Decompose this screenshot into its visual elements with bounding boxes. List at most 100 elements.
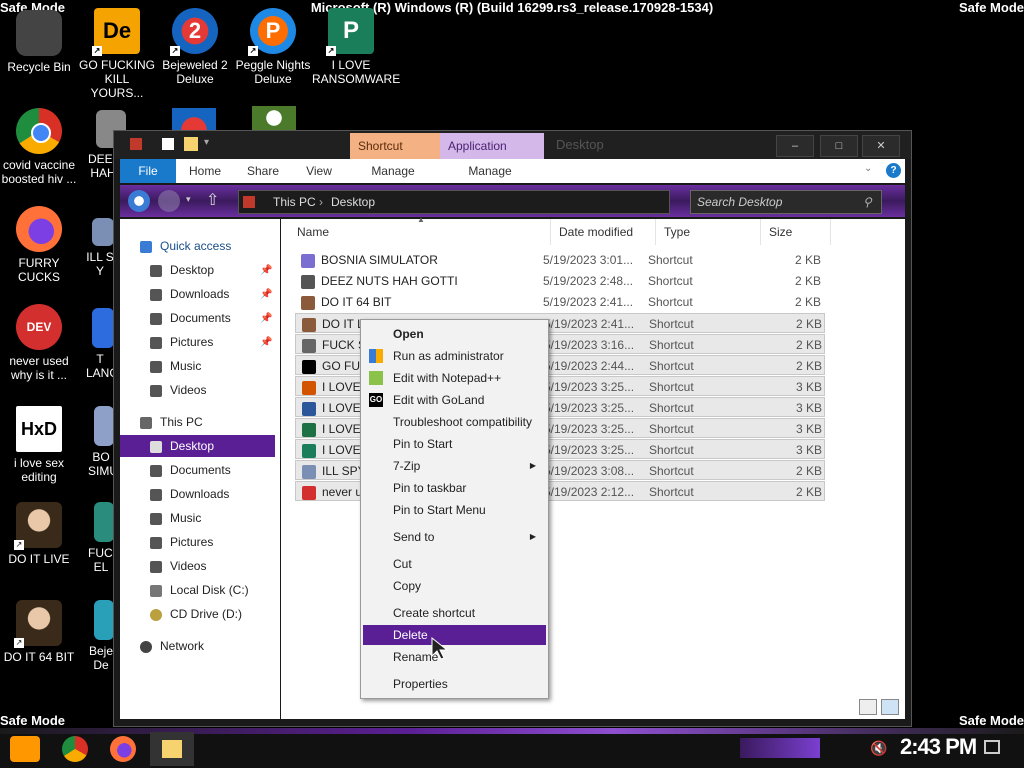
address-box[interactable]: This PC › Desktop [238,190,670,214]
desktop-icon-covid[interactable]: covid vaccine boosted hiv ... [0,108,78,186]
nav-music[interactable]: Music [150,355,201,377]
app-icon [243,196,255,208]
nav-pictures[interactable]: Pictures [150,331,213,353]
menu-item-properties[interactable]: Properties [363,674,546,694]
menu-item-run-as-admin[interactable]: Run as administrator [363,346,546,366]
chrome-icon[interactable] [62,736,88,762]
pin-icon[interactable]: 📌 [260,265,272,276]
search-input[interactable]: Search Desktop ⚲ [690,190,882,214]
forward-button[interactable] [158,190,180,212]
details-view-icon[interactable] [859,699,877,715]
tab-share[interactable]: Share [238,159,288,183]
desktop-icon-go-kill[interactable]: De ↗ GO FUCKING KILL YOURS... [78,8,156,100]
flower-icon[interactable] [252,106,296,130]
tab-manage-shortcut[interactable]: Manage [356,159,430,183]
firefox-icon[interactable] [110,736,136,762]
nav-pc-music[interactable]: Music [150,507,201,529]
desktop-icon-beje[interactable]: Beje De [82,600,114,672]
column-header-size[interactable]: Size [761,219,831,245]
table-row[interactable]: DEEZ NUTS HAH GOTTI 5/19/2023 2:48... Shor… [295,271,825,291]
maximize-button[interactable]: □ [820,135,858,157]
tab-file[interactable]: File [120,159,176,183]
nav-network[interactable]: Network [140,635,204,657]
table-row[interactable]: BOSNIA SIMULATOR 5/19/2023 3:01... Shortcu… [295,250,825,270]
folder-icon[interactable] [184,137,198,151]
pin-icon[interactable]: 📌 [260,337,272,348]
minimize-button[interactable]: – [776,135,814,157]
nav-pc-downloads[interactable]: Downloads [150,483,229,505]
menu-item-delete[interactable]: Delete [363,625,546,645]
nav-downloads[interactable]: Downloads [150,283,229,305]
action-center-icon[interactable] [984,740,1000,754]
breadcrumb-this-pc[interactable]: This PC [273,191,316,213]
nav-pc-pictures[interactable]: Pictures [150,531,213,553]
start-button[interactable] [10,736,40,762]
column-header-type[interactable]: Type [656,219,761,245]
menu-item-pin-taskbar[interactable]: Pin to taskbar [363,478,546,498]
breadcrumb-desktop[interactable]: Desktop [331,191,375,213]
close-button[interactable]: ✕ [862,135,900,157]
volume-muted-icon[interactable]: 🔇 [870,740,887,757]
desktop-icon-hxd[interactable]: HxD i love sex editing [0,406,78,484]
expand-ribbon-icon[interactable]: ⌄ [864,163,872,174]
menu-item-7zip[interactable]: 7-Zip ▶ [363,456,546,476]
table-row[interactable]: DO IT 64 BIT 5/19/2023 2:41... Shortcut 2 K… [295,292,825,312]
menu-item-troubleshoot[interactable]: Troubleshoot compatibility [363,412,546,432]
desktop-icon-fuck-el[interactable]: FUCK EL [82,502,121,574]
back-button[interactable] [128,190,150,212]
menu-item-send-to[interactable]: Send to ▶ [363,527,546,547]
desktop-icon-ransomware[interactable]: P ↗ I LOVE RANSOMWARE [312,8,400,86]
tab-manage-application[interactable]: Manage [446,159,534,183]
nav-local-disk[interactable]: Local Disk (C:) [150,579,249,601]
up-arrow-icon[interactable]: ⇧ [206,190,219,210]
desktop-icon-never-used[interactable]: DEV never used why is it ... [0,304,78,382]
properties-icon[interactable] [162,138,174,150]
desktop-icon-ill-spy[interactable]: ILL S Y [80,218,114,278]
menu-item-open[interactable]: Open [363,324,546,344]
file-type: Shortcut [649,485,694,499]
menu-item-copy[interactable]: Copy [363,576,546,596]
menu-item-create-shortcut[interactable]: Create shortcut [363,603,546,623]
pin-icon[interactable]: 📌 [260,289,272,300]
tab-view[interactable]: View [296,159,342,183]
desktop-icon-furry[interactable]: FURRY CUCKS [0,206,78,284]
tab-home[interactable]: Home [182,159,228,183]
desktop-icon-bejeweled[interactable]: 2 ↗ Bejeweled 2 Deluxe [156,8,234,86]
nav-videos[interactable]: Videos [150,379,206,401]
nav-pc-documents[interactable]: Documents [150,459,231,481]
nav-this-pc[interactable]: This PC [140,411,203,433]
desktop-icon-do-it-live[interactable]: ↗ DO IT LIVE [0,502,78,566]
nav-desktop[interactable]: Desktop [150,259,214,281]
file-explorer-taskbar-button[interactable] [150,732,194,766]
desktop-icon-t-langu[interactable]: T LANGU [80,308,127,380]
menu-item-rename[interactable]: Rename [363,647,546,667]
menu-item-edit-notepadpp[interactable]: Edit with Notepad++ [363,368,546,388]
nav-cd-drive[interactable]: CD Drive (D:) [150,603,242,625]
file-size: 2 KB [794,274,821,288]
desktop-icon-recycle-bin[interactable]: Recycle Bin [0,10,78,74]
large-icons-view-icon[interactable] [881,699,899,715]
recent-locations-icon[interactable]: ▾ [186,194,191,205]
help-icon[interactable]: ? [886,163,901,178]
shortcut-icon [301,253,315,268]
menu-item-pin-start-menu[interactable]: Pin to Start Menu [363,500,546,520]
clock[interactable]: 2:43 PM [900,734,977,760]
nav-documents[interactable]: Documents [150,307,231,329]
desktop-icon-peggle[interactable]: P ↗ Peggle Nights Deluxe [234,8,312,86]
desktop-icon-bosnia[interactable]: BO SIMU [82,406,118,478]
title-bar[interactable]: ▾ Shortcut Tools Application Tools Deskt… [114,131,911,179]
pin-icon[interactable]: 📌 [260,313,272,324]
desktop-icon-deez[interactable]: DEEZ HAH [78,110,126,180]
menu-item-pin-start[interactable]: Pin to Start [363,434,546,454]
tab-shortcut-tools[interactable]: Shortcut Tools [350,133,440,179]
desktop-icon-do-it-64[interactable]: ↗ DO IT 64 BIT [0,600,78,664]
menu-item-edit-goland[interactable]: GO Edit with GoLand [363,390,546,410]
column-header-date[interactable]: Date modified [551,219,656,245]
nav-pc-videos[interactable]: Videos [150,555,206,577]
chevron-down-icon[interactable]: ▾ [204,137,209,148]
bejeweled-icon[interactable] [172,108,216,130]
tab-application-tools[interactable]: Application Tools [440,133,544,179]
nav-pc-desktop[interactable]: Desktop [120,435,275,457]
nav-quick-access[interactable]: Quick access [140,235,231,257]
menu-item-cut[interactable]: Cut [363,554,546,574]
